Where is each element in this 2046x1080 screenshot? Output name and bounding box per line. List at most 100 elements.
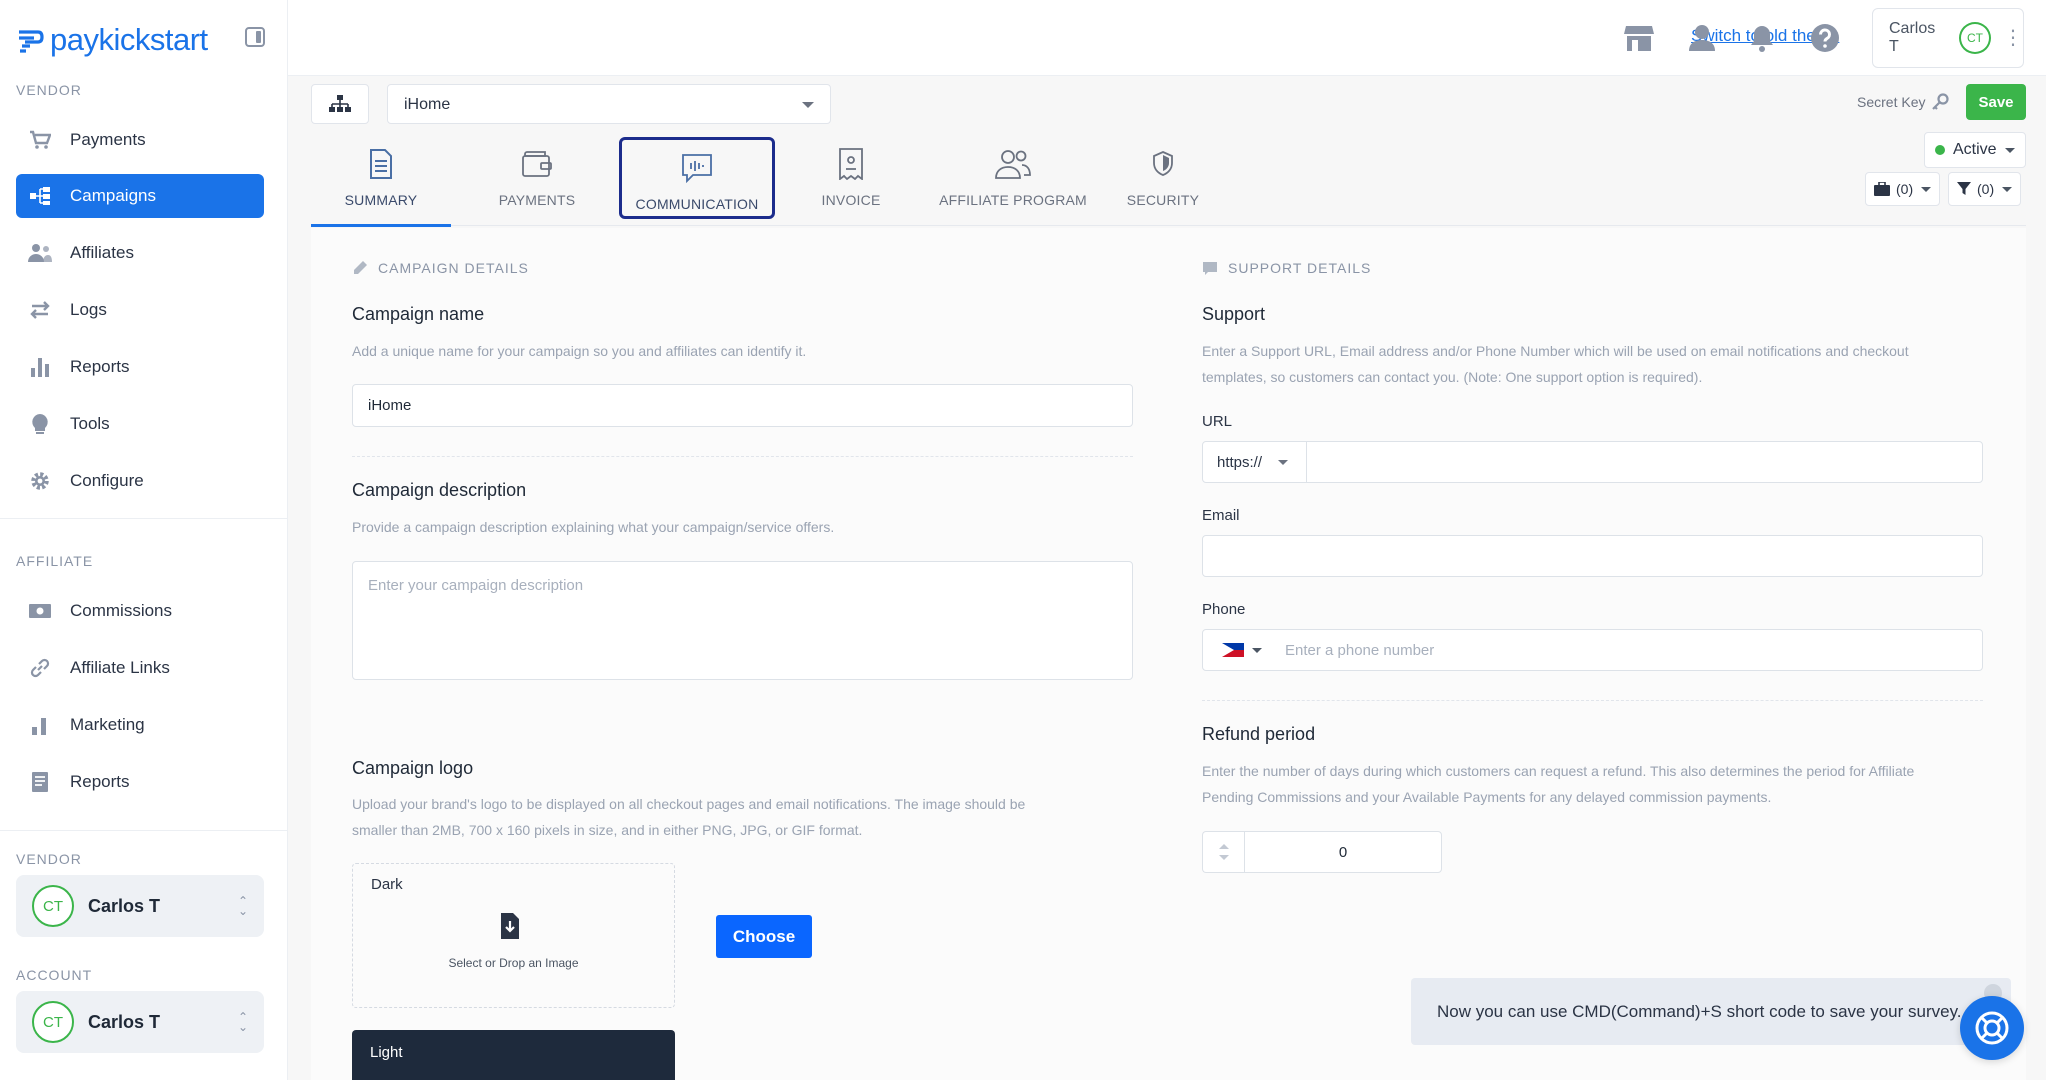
- divider: [1202, 700, 1983, 701]
- support-phone-input[interactable]: Enter a phone number: [1202, 629, 1983, 671]
- section-title: SUPPORT DETAILS: [1228, 260, 1372, 276]
- avatar: CT: [32, 885, 74, 927]
- account-section-label: ACCOUNT: [16, 967, 93, 983]
- chevron-down-icon: [802, 102, 814, 108]
- country-code-select[interactable]: [1202, 629, 1276, 671]
- sidebar: paykickstart VENDOR Payments Campaigns A…: [0, 0, 288, 1080]
- campaign-name-input[interactable]: iHome: [352, 384, 1133, 427]
- campaign-name-help: Add a unique name for your campaign so y…: [352, 343, 807, 359]
- sidebar-item-affiliate-links[interactable]: Affiliate Links: [16, 646, 264, 690]
- user-icon[interactable]: [1686, 22, 1718, 54]
- stepper-up-icon[interactable]: [1218, 844, 1229, 849]
- shortcut-toast: Now you can use CMD(Command)+S short cod…: [1411, 978, 2011, 1045]
- tab-label: SECURITY: [1126, 192, 1200, 208]
- vendor-switcher[interactable]: CT Carlos T ⌃ ⌄: [16, 875, 264, 937]
- bar-chart-icon: [28, 713, 52, 737]
- sidebar-item-label: Affiliate Links: [70, 658, 170, 677]
- account-switcher[interactable]: CT Carlos T ⌃ ⌄: [16, 991, 264, 1053]
- sidebar-item-label: Marketing: [70, 715, 145, 734]
- stepper-down-icon[interactable]: [1218, 855, 1229, 860]
- file-download-icon: [499, 912, 521, 945]
- light-logo-label: Light: [370, 1044, 403, 1061]
- bell-icon[interactable]: [1746, 22, 1778, 54]
- chat-icon: [681, 150, 713, 186]
- campaign-name-label: Campaign name: [352, 304, 485, 324]
- support-email-input[interactable]: [1202, 535, 1983, 577]
- sidebar-item-logs[interactable]: Logs: [16, 288, 264, 332]
- chevron-up-down-icon: ⌃ ⌄: [237, 894, 248, 918]
- url-protocol-value: https://: [1217, 453, 1263, 471]
- exchange-icon: [28, 298, 52, 322]
- user-menu[interactable]: Carlos T CT ⋮: [1872, 8, 2024, 68]
- tab-label: PAYMENTS: [498, 192, 576, 208]
- sidebar-item-marketing[interactable]: Marketing: [16, 703, 264, 747]
- campaign-description-textarea[interactable]: Enter your campaign description: [352, 561, 1133, 680]
- campaign-logo-help-line1: Upload your brand's logo to be displayed…: [352, 796, 1026, 812]
- philippines-flag-icon: [1222, 643, 1244, 657]
- campaign-logo-help-line2: smaller than 2MB, 700 x 160 pixels in si…: [352, 822, 863, 838]
- avatar: CT: [1959, 22, 1991, 54]
- refund-stepper[interactable]: [1202, 831, 1244, 873]
- vendor-section-label: VENDOR: [16, 82, 82, 98]
- sidebar-item-commissions[interactable]: Commissions: [16, 589, 264, 633]
- sidebar-item-label: Reports: [70, 357, 130, 376]
- chevron-down-icon: [1278, 459, 1289, 465]
- dropzone-text: Select or Drop an Image: [448, 956, 579, 970]
- tab-label: INVOICE: [821, 192, 881, 208]
- sidebar-collapse-icon[interactable]: [245, 27, 265, 47]
- pencil-icon: [354, 261, 367, 274]
- sidebar-item-reports[interactable]: Reports: [16, 345, 264, 389]
- choose-button[interactable]: Choose: [716, 915, 812, 958]
- sidebar-item-affiliates[interactable]: Affiliates: [16, 231, 264, 275]
- sidebar-item-payments[interactable]: Payments: [16, 118, 264, 162]
- campaign-tree-button[interactable]: [311, 84, 369, 124]
- sidebar-divider: [0, 830, 288, 831]
- paykickstart-logo[interactable]: paykickstart: [16, 22, 208, 58]
- vendor-account-section-label: VENDOR: [16, 851, 82, 867]
- phone-label: Phone: [1202, 601, 1246, 618]
- account-user-name: Carlos T: [88, 1011, 161, 1032]
- sitemap-icon: [28, 184, 52, 208]
- store-icon[interactable]: [1623, 22, 1655, 54]
- support-url-input[interactable]: [1306, 441, 1983, 483]
- support-chat-button[interactable]: [1960, 996, 2024, 1060]
- tab-payments[interactable]: PAYMENTS: [467, 136, 607, 226]
- tab-invoice[interactable]: INVOICE: [781, 136, 921, 226]
- divider: [352, 456, 1133, 457]
- tab-communication[interactable]: COMMUNICATION: [619, 137, 775, 219]
- sidebar-item-configure[interactable]: Configure: [16, 459, 264, 503]
- support-details-header: SUPPORT DETAILS: [1202, 260, 1371, 276]
- sidebar-item-label: Campaigns: [70, 186, 156, 205]
- tab-security[interactable]: SECURITY: [1093, 136, 1233, 226]
- shield-icon: [1152, 146, 1174, 182]
- wallet-icon: [521, 146, 553, 182]
- sidebar-item-tools[interactable]: Tools: [16, 402, 264, 446]
- help-icon[interactable]: [1809, 22, 1841, 54]
- save-button[interactable]: Save: [1966, 84, 2026, 120]
- sidebar-item-affiliate-reports[interactable]: Reports: [16, 760, 264, 804]
- campaign-description-label: Campaign description: [352, 480, 527, 500]
- secret-key-link[interactable]: Secret Key: [1857, 93, 1950, 111]
- refund-period-label: Refund period: [1202, 724, 1316, 744]
- logo-wordmark: paykickstart: [50, 22, 208, 57]
- tab-affiliate-program[interactable]: AFFILIATE PROGRAM: [933, 136, 1093, 226]
- logo-mark-icon: [19, 30, 44, 53]
- sidebar-item-label: Payments: [70, 130, 146, 149]
- tab-summary[interactable]: SUMMARY: [311, 136, 451, 227]
- sidebar-item-label: Commissions: [70, 601, 173, 620]
- refund-period-input[interactable]: 0: [1244, 831, 1442, 873]
- lightbulb-icon: [28, 412, 52, 436]
- campaign-select[interactable]: iHome: [387, 84, 831, 124]
- toast-message: Now you can use CMD(Command)+S short cod…: [1437, 1001, 1962, 1021]
- sidebar-item-campaigns[interactable]: Campaigns: [16, 174, 264, 218]
- url-protocol-select[interactable]: https://: [1202, 441, 1307, 483]
- cart-icon: [28, 128, 52, 152]
- light-logo-dropzone[interactable]: Light: [352, 1030, 675, 1080]
- kebab-menu-icon[interactable]: ⋮: [2003, 28, 2023, 48]
- tab-label: SUMMARY: [344, 192, 418, 208]
- users-icon: [28, 241, 52, 265]
- lifebuoy-icon: [1975, 1011, 2009, 1045]
- key-icon: [1932, 93, 1950, 110]
- dark-logo-dropzone[interactable]: Dark Select or Drop an Image: [352, 863, 675, 1008]
- dark-logo-label: Dark: [371, 876, 403, 893]
